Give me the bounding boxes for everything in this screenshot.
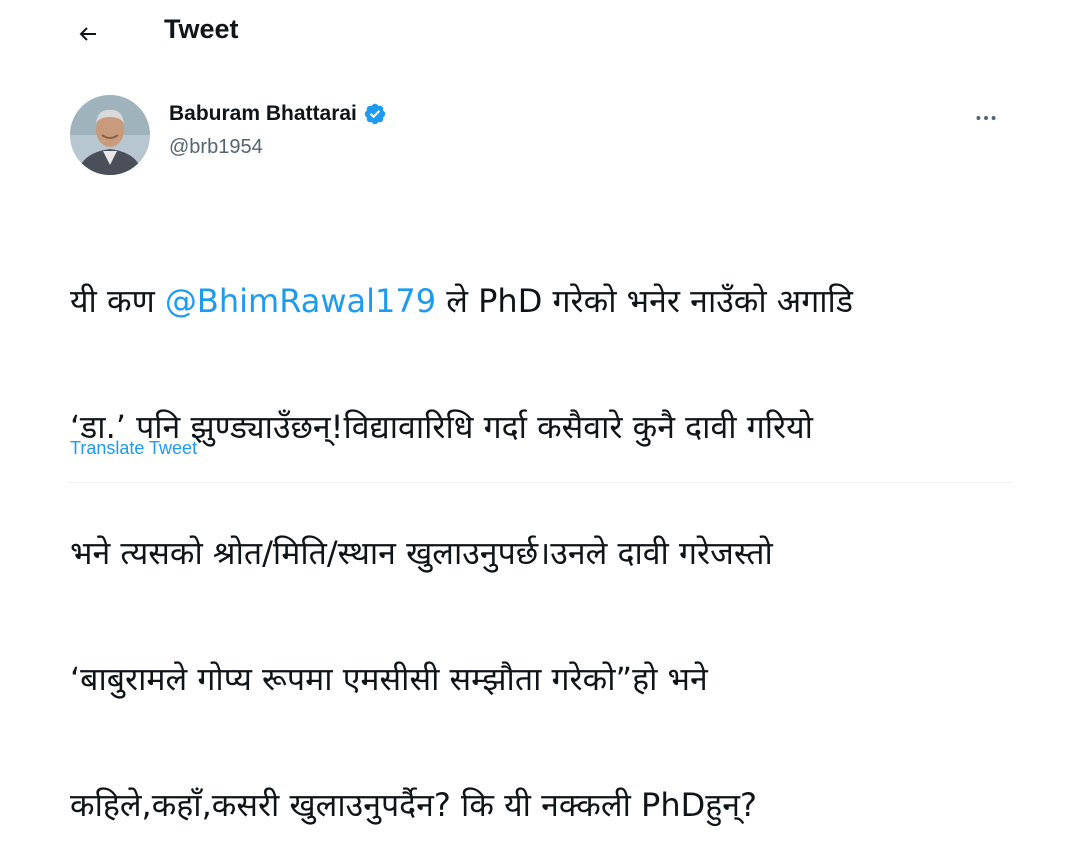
author-handle[interactable]: @brb1954: [169, 136, 263, 159]
avatar-image: [70, 95, 150, 175]
top-bar: Tweet: [0, 0, 1080, 70]
back-button[interactable]: [68, 14, 108, 54]
tweet-line: यी कण @BhimRawal179 ले PhD गरेको भनेर ना…: [70, 280, 1030, 322]
author-display-name[interactable]: Baburam Bhattarai: [169, 102, 357, 126]
tweet-line: भने त्यसको श्रोत/मिति/स्थान खुलाउनुपर्छ।…: [70, 534, 773, 572]
more-dots-icon: [976, 116, 996, 120]
tweet-text-segment: ले PhD गरेको भनेर नाउँको अगाडि: [436, 282, 853, 320]
more-options-button[interactable]: [968, 100, 1004, 136]
divider: [68, 482, 1012, 483]
tweet-text: यी कण @BhimRawal179 ले PhD गरेको भनेर ना…: [70, 196, 1030, 868]
verified-badge-icon: [364, 103, 386, 125]
tweet-line: ‘डा.’ पनि झुण्ड्याउँछन्!विद्यावारिधि गर्…: [70, 408, 813, 446]
arrow-left-icon: [79, 27, 96, 41]
tweet-text-segment: यी कण: [70, 282, 165, 320]
author-name[interactable]: Baburam Bhattarai: [169, 102, 387, 126]
tweet-line: कहिले,कहाँ,कसरी खुलाउनुपर्दैन? कि यी नक्…: [70, 786, 757, 824]
translate-tweet-link[interactable]: Translate Tweet: [70, 438, 197, 459]
page-title: Tweet: [164, 14, 239, 44]
mention-link[interactable]: @BhimRawal179: [165, 282, 436, 320]
tweet-line: ‘बाबुराम‍ले गोप्य रूपमा एमसीसी सम्झौता ग…: [70, 660, 708, 698]
avatar[interactable]: [70, 95, 150, 175]
